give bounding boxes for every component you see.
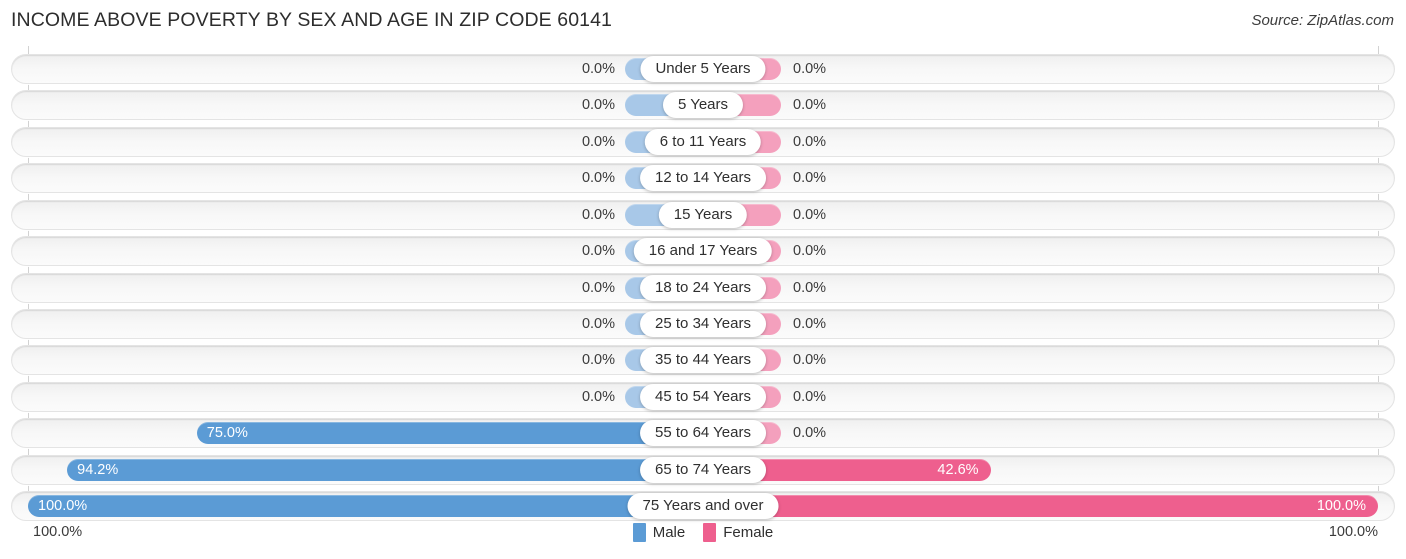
bar-value-male: 0.0% [581, 352, 615, 369]
bar-value-female: 0.0% [793, 388, 827, 405]
source-attribution: Source: ZipAtlas.com [1251, 12, 1394, 29]
bar-value-female: 42.6% [937, 461, 979, 478]
bar-value-female: 0.0% [793, 97, 827, 114]
bar-male: 100.0% [28, 495, 703, 518]
table-row: 0.0% 0.0% 5 Years [0, 90, 1406, 121]
bar-value-male: 0.0% [581, 61, 615, 77]
bar-value-male: 0.0% [581, 206, 615, 223]
bar-value-female: 0.0% [793, 425, 827, 442]
category-label: 18 to 24 Years [640, 274, 766, 301]
category-label: 5 Years [662, 92, 744, 119]
category-label: 6 to 11 Years [644, 128, 762, 155]
legend-item[interactable]: Male [632, 523, 686, 542]
bar-value-male: 75.0% [206, 425, 248, 442]
bar-value-female: 0.0% [793, 243, 827, 260]
legend-swatch-icon [703, 523, 717, 542]
legend-label: Female [723, 524, 774, 541]
category-label: 25 to 34 Years [640, 310, 766, 337]
legend-item[interactable]: Female [703, 523, 773, 542]
table-row: 0.0% 0.0% 18 to 24 Years [0, 272, 1406, 303]
category-label: 15 Years [658, 201, 748, 228]
bar-value-male: 0.0% [581, 243, 615, 260]
legend-label: Male [652, 524, 686, 541]
bar-value-male: 0.0% [581, 315, 615, 332]
category-label: 75 Years and over [627, 493, 779, 520]
chart-legend: Male Female [0, 523, 1406, 542]
legend-swatch-icon [632, 523, 646, 542]
category-label: Under 5 Years [640, 56, 766, 82]
table-row: 0.0% 0.0% 15 Years [0, 199, 1406, 230]
bar-value-male: 0.0% [581, 97, 615, 114]
table-row: 0.0% 0.0% 25 to 34 Years [0, 308, 1406, 339]
bar-value-male: 94.2% [77, 461, 119, 478]
bar-value-male: 0.0% [581, 279, 615, 296]
bar-male: 94.2% [67, 458, 703, 481]
category-label: 12 to 14 Years [640, 165, 766, 192]
page-title: INCOME ABOVE POVERTY BY SEX AND AGE IN Z… [11, 9, 613, 31]
bar-value-male: 0.0% [581, 388, 615, 405]
bar-value-female: 0.0% [793, 170, 827, 187]
bar-value-female: 100.0% [1316, 498, 1366, 515]
table-row: 75.0% 0.0% 55 to 64 Years [0, 418, 1406, 449]
chart-header: INCOME ABOVE POVERTY BY SEX AND AGE IN Z… [0, 0, 1406, 44]
bar-value-female: 0.0% [793, 133, 827, 150]
bar-value-male: 0.0% [581, 170, 615, 187]
table-row: 0.0% 0.0% 12 to 14 Years [0, 163, 1406, 194]
category-label: 65 to 74 Years [640, 456, 766, 483]
table-row: 0.0% 0.0% 6 to 11 Years [0, 126, 1406, 157]
table-row: 0.0% 0.0% 45 to 54 Years [0, 381, 1406, 412]
bar-male: 75.0% [196, 422, 703, 445]
bar-value-male: 0.0% [581, 133, 615, 150]
bar-value-female: 0.0% [793, 352, 827, 369]
bar-value-female: 0.0% [793, 279, 827, 296]
table-row: 0.0% 0.0% Under 5 Years [0, 54, 1406, 84]
bar-value-male: 100.0% [38, 498, 88, 515]
bar-female: 100.0% [703, 495, 1378, 518]
category-label: 45 to 54 Years [640, 383, 766, 410]
bar-value-female: 0.0% [793, 206, 827, 223]
category-label: 55 to 64 Years [640, 420, 766, 447]
category-label: 35 to 44 Years [640, 347, 766, 374]
table-row: 0.0% 0.0% 35 to 44 Years [0, 345, 1406, 376]
table-row: 100.0% 100.0% 75 Years and over [0, 491, 1406, 522]
table-row: 94.2% 42.6% 65 to 74 Years [0, 454, 1406, 485]
category-label: 16 and 17 Years [633, 238, 773, 265]
bar-value-female: 0.0% [793, 61, 827, 77]
chart-plot-area: 0.0% 0.0% Under 5 Years 0.0% 0.0% 5 Years 0.0%… [0, 44, 1406, 522]
table-row: 0.0% 0.0% 16 and 17 Years [0, 236, 1406, 267]
bar-value-female: 0.0% [793, 315, 827, 332]
chart-footer: 100.0% 100.0% Male Female [0, 521, 1406, 559]
